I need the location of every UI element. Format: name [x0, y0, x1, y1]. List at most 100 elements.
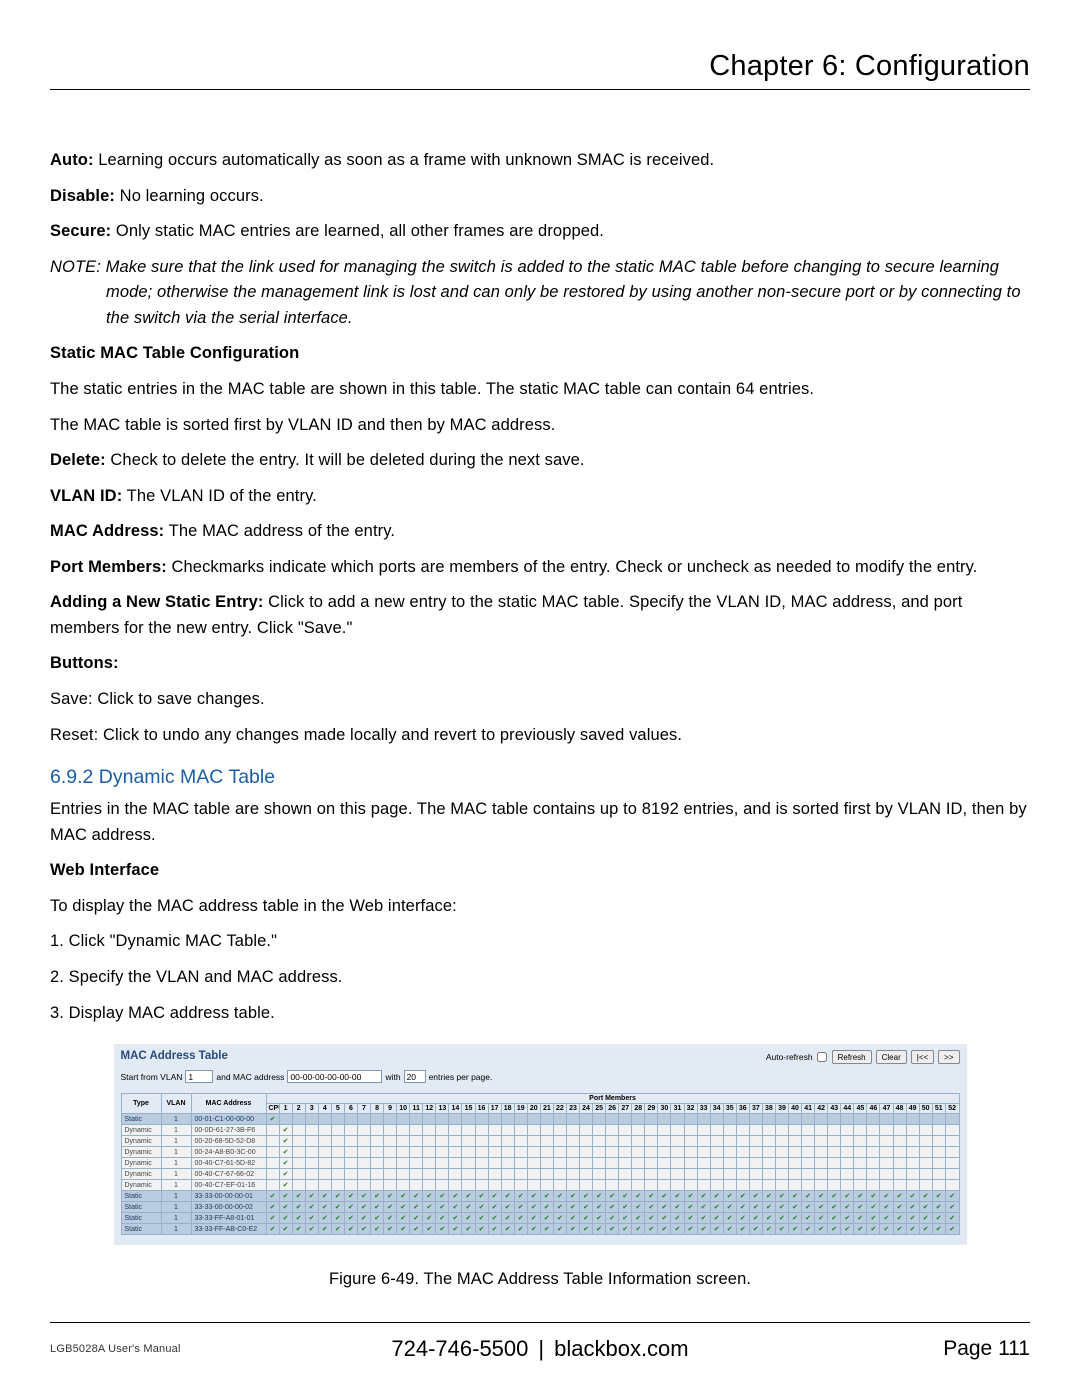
cell-port	[815, 1125, 828, 1136]
cell-port	[384, 1136, 397, 1147]
check-icon: ✔	[505, 1215, 511, 1222]
cell-port	[566, 1136, 579, 1147]
check-icon: ✔	[322, 1204, 328, 1211]
cell-port	[540, 1136, 553, 1147]
check-icon: ✔	[518, 1226, 524, 1233]
cell-vlan: 1	[161, 1191, 191, 1202]
check-icon: ✔	[518, 1215, 524, 1222]
cell-port	[606, 1158, 619, 1169]
check-icon: ✔	[766, 1215, 772, 1222]
auto-refresh-checkbox[interactable]	[817, 1052, 827, 1062]
check-icon: ✔	[335, 1193, 341, 1200]
check-icon: ✔	[583, 1204, 589, 1211]
cell-port: ✔	[488, 1224, 501, 1235]
th-port-5: 5	[331, 1104, 344, 1114]
check-icon: ✔	[675, 1226, 681, 1233]
cell-port	[449, 1114, 462, 1125]
check-icon: ✔	[661, 1215, 667, 1222]
check-icon: ✔	[831, 1215, 837, 1222]
cell-port: ✔	[331, 1224, 344, 1235]
mac-input[interactable]	[287, 1070, 382, 1083]
check-icon: ✔	[492, 1226, 498, 1233]
next-button[interactable]: >>	[938, 1050, 959, 1064]
cell-port: ✔	[357, 1224, 370, 1235]
cell-port	[893, 1125, 906, 1136]
cell-port	[357, 1147, 370, 1158]
entries-count-input[interactable]	[404, 1070, 426, 1083]
check-icon: ✔	[492, 1193, 498, 1200]
cell-port	[501, 1158, 514, 1169]
check-icon: ✔	[949, 1215, 955, 1222]
cell-port: ✔	[619, 1213, 632, 1224]
check-icon: ✔	[897, 1193, 903, 1200]
cell-port	[423, 1180, 436, 1191]
cell-port	[397, 1147, 410, 1158]
cell-port: ✔	[645, 1191, 658, 1202]
check-icon: ✔	[910, 1215, 916, 1222]
cell-port	[331, 1147, 344, 1158]
cell-port: ✔	[397, 1213, 410, 1224]
check-icon: ✔	[923, 1215, 929, 1222]
cell-port	[462, 1158, 475, 1169]
cell-port	[501, 1136, 514, 1147]
check-icon: ✔	[805, 1226, 811, 1233]
cell-port	[292, 1114, 305, 1125]
cell-port: ✔	[632, 1224, 645, 1235]
mac-address-table: TypeVLANMAC AddressPort MembersCPU123456…	[121, 1093, 960, 1235]
cell-port	[488, 1158, 501, 1169]
check-icon: ✔	[714, 1226, 720, 1233]
cell-port	[423, 1136, 436, 1147]
check-icon: ✔	[518, 1204, 524, 1211]
check-icon: ✔	[622, 1204, 628, 1211]
check-icon: ✔	[439, 1193, 445, 1200]
cell-port	[514, 1158, 527, 1169]
cell-port	[501, 1114, 514, 1125]
refresh-button[interactable]: Refresh	[832, 1050, 872, 1064]
cell-port	[619, 1114, 632, 1125]
cell-port	[775, 1180, 788, 1191]
cell-port: ✔	[919, 1213, 932, 1224]
check-icon: ✔	[635, 1204, 641, 1211]
check-icon: ✔	[635, 1215, 641, 1222]
cell-port: ✔	[893, 1224, 906, 1235]
cell-port	[828, 1158, 841, 1169]
cell-port: ✔	[593, 1213, 606, 1224]
check-icon: ✔	[661, 1193, 667, 1200]
cell-port	[619, 1136, 632, 1147]
vlan-input[interactable]	[185, 1070, 213, 1083]
check-icon: ✔	[818, 1215, 824, 1222]
check-icon: ✔	[648, 1226, 654, 1233]
footer-phone: 724-746-5500	[391, 1336, 528, 1361]
cell-port: ✔	[749, 1191, 762, 1202]
check-icon: ✔	[857, 1226, 863, 1233]
clear-button[interactable]: Clear	[876, 1050, 907, 1064]
cell-port	[645, 1180, 658, 1191]
cell-port: ✔	[279, 1191, 292, 1202]
cell-port	[619, 1147, 632, 1158]
cell-port	[802, 1169, 815, 1180]
cell-port	[919, 1114, 932, 1125]
cell-port: ✔	[658, 1191, 671, 1202]
cell-port	[475, 1180, 488, 1191]
cell-port	[423, 1125, 436, 1136]
cell-port	[906, 1114, 919, 1125]
table-row: Static133-33-FF-AB-C0-E2✔✔✔✔✔✔✔✔✔✔✔✔✔✔✔✔…	[121, 1224, 959, 1235]
check-icon: ✔	[348, 1215, 354, 1222]
cell-port	[815, 1147, 828, 1158]
cell-port	[436, 1125, 449, 1136]
check-icon: ✔	[544, 1204, 550, 1211]
th-port-15: 15	[462, 1104, 475, 1114]
check-icon: ✔	[897, 1226, 903, 1233]
cell-port	[841, 1147, 854, 1158]
cell-port	[658, 1180, 671, 1191]
cell-port	[292, 1158, 305, 1169]
cell-mac: 00-40-C7-61-5D-82	[191, 1158, 266, 1169]
cell-port: ✔	[279, 1158, 292, 1169]
first-button[interactable]: |<<	[911, 1050, 934, 1064]
cell-port	[762, 1169, 775, 1180]
cell-vlan: 1	[161, 1202, 191, 1213]
cell-port: ✔	[384, 1202, 397, 1213]
cell-port	[697, 1125, 710, 1136]
def-disable: Disable: No learning occurs.	[50, 184, 1030, 210]
check-icon: ✔	[727, 1193, 733, 1200]
